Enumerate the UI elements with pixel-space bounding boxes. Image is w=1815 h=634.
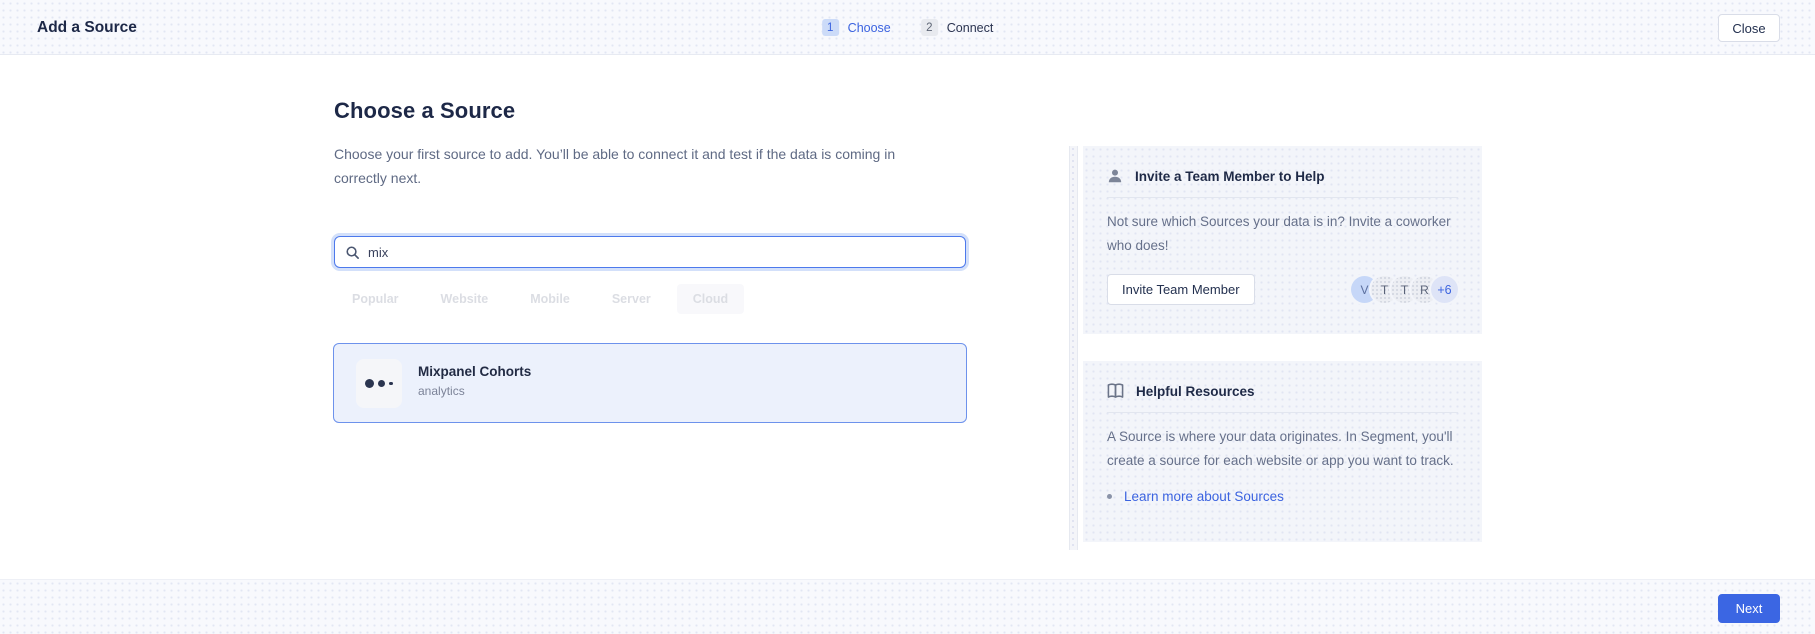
avatar-overflow-badge[interactable]: +6 — [1431, 276, 1458, 303]
tab-popular[interactable]: Popular — [336, 284, 415, 314]
category-tabs: Popular Website Mobile Server Cloud — [336, 284, 744, 314]
source-name: Mixpanel Cohorts — [418, 364, 531, 379]
invite-team-panel: Invite a Team Member to Help Not sure wh… — [1083, 146, 1482, 334]
mixpanel-logo-icon — [356, 359, 402, 408]
tab-cloud[interactable]: Cloud — [677, 284, 744, 314]
step-choose[interactable]: 1 Choose — [822, 19, 891, 36]
invite-panel-body: Not sure which Sources your data is in? … — [1107, 210, 1458, 258]
resources-panel-body: A Source is where your data originates. … — [1107, 425, 1458, 473]
page-title: Add a Source — [37, 0, 137, 55]
resources-panel-header: Helpful Resources — [1107, 361, 1458, 399]
person-icon — [1107, 168, 1123, 184]
close-button[interactable]: Close — [1718, 14, 1780, 42]
source-card-mixpanel-cohorts[interactable]: Mixpanel Cohorts analytics — [333, 343, 967, 423]
tab-server[interactable]: Server — [596, 284, 667, 314]
invite-team-member-button[interactable]: Invite Team Member — [1107, 274, 1255, 305]
bullet-icon — [1107, 494, 1112, 499]
helpful-resources-panel: Helpful Resources A Source is where your… — [1083, 361, 1482, 542]
resource-link-item: Learn more about Sources — [1107, 489, 1458, 504]
invite-panel-header: Invite a Team Member to Help — [1107, 146, 1458, 184]
choose-source-heading: Choose a Source — [334, 98, 515, 124]
source-category: analytics — [418, 384, 465, 398]
tab-website[interactable]: Website — [425, 284, 505, 314]
step-number-badge: 2 — [921, 19, 938, 36]
next-button[interactable]: Next — [1718, 594, 1780, 623]
invite-panel-title: Invite a Team Member to Help — [1135, 169, 1325, 184]
source-search-box[interactable] — [334, 236, 966, 268]
resources-panel-title: Helpful Resources — [1136, 384, 1255, 399]
step-label: Connect — [947, 21, 994, 35]
team-avatars: V T T R +6 — [1351, 276, 1458, 303]
learn-more-sources-link[interactable]: Learn more about Sources — [1124, 489, 1284, 504]
divider — [1107, 412, 1458, 413]
invite-row: Invite Team Member V T T R +6 — [1107, 274, 1458, 305]
wizard-steps: 1 Choose 2 Connect — [822, 0, 994, 55]
divider — [1107, 197, 1458, 198]
choose-source-description: Choose your first source to add. You’ll … — [334, 142, 929, 190]
bottom-bar: Next — [0, 579, 1815, 634]
top-bar: Add a Source 1 Choose 2 Connect Close — [0, 0, 1815, 55]
step-number-badge: 1 — [822, 19, 839, 36]
main-content: Choose a Source Choose your first source… — [0, 56, 1065, 579]
open-book-icon — [1107, 383, 1124, 399]
step-label: Choose — [848, 21, 891, 35]
scrollbar-track[interactable] — [1069, 146, 1078, 550]
search-input[interactable] — [368, 245, 955, 260]
tab-mobile[interactable]: Mobile — [514, 284, 586, 314]
search-icon — [345, 245, 360, 260]
step-connect[interactable]: 2 Connect — [921, 19, 994, 36]
